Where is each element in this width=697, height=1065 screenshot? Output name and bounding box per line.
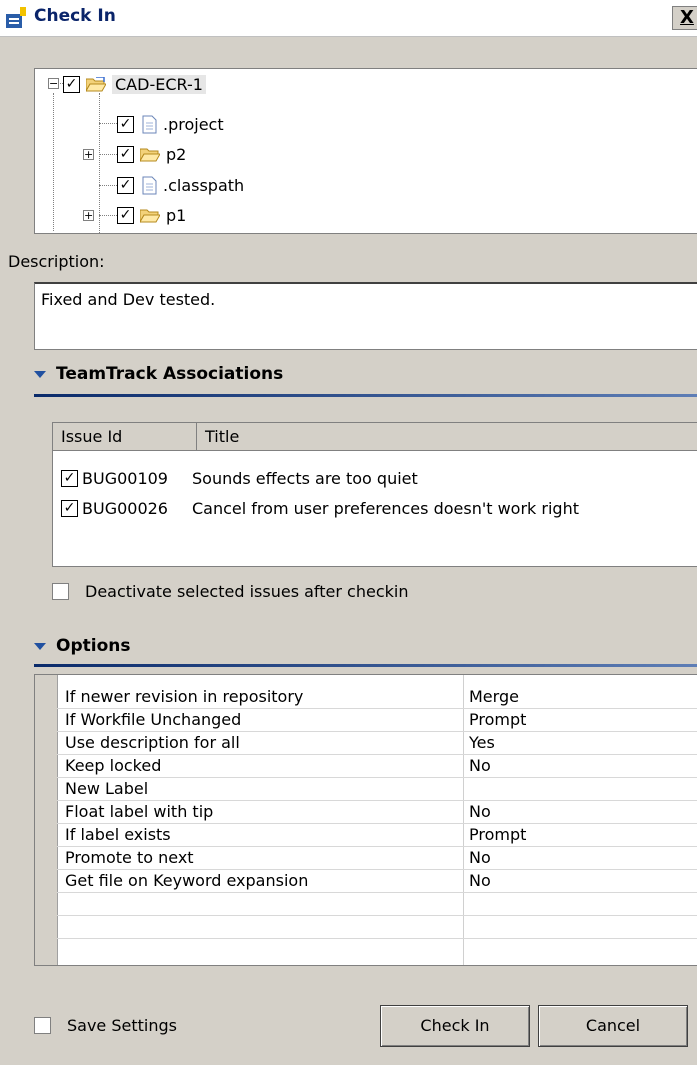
option-key: New Label [65, 779, 149, 798]
expand-toggle[interactable]: + [83, 210, 94, 221]
issue-id: BUG00026 [82, 498, 168, 518]
tree-connector [99, 123, 117, 124]
deactivate-option[interactable]: Deactivate selected issues after checkin [52, 582, 408, 601]
save-settings-option[interactable]: Save Settings [34, 1016, 177, 1035]
tree-item-label: CAD-ECR-1 [112, 74, 206, 94]
app-icon [6, 7, 26, 28]
tree-item-label: p1 [166, 205, 187, 225]
table-row[interactable]: Float label with tip No [57, 800, 697, 824]
tree-connector [99, 185, 117, 186]
close-button[interactable]: X [672, 6, 697, 30]
option-value[interactable]: Yes [469, 733, 495, 752]
description-field[interactable]: Fixed and Dev tested. [34, 282, 697, 350]
option-value[interactable]: No [469, 848, 491, 867]
option-key: Promote to next [65, 848, 194, 867]
file-icon [142, 176, 157, 194]
option-value[interactable]: No [469, 802, 491, 821]
option-key: Use description for all [65, 733, 240, 752]
collapse-triangle-icon [34, 642, 46, 650]
open-folder-icon [86, 76, 106, 92]
cancel-button[interactable]: Cancel [538, 1005, 688, 1047]
tree-item-label: .classpath [163, 175, 245, 195]
option-key: If newer revision in repository [65, 687, 304, 706]
folder-icon [140, 209, 160, 223]
tree-item-label: p2 [166, 144, 187, 164]
file-icon [142, 115, 157, 133]
item-checkbox[interactable]: ✓ [117, 176, 134, 194]
option-key: If Workfile Unchanged [65, 710, 242, 729]
tree-connector [99, 215, 117, 216]
expand-toggle[interactable]: + [83, 149, 94, 160]
issue-title: Cancel from user preferences doesn't wor… [192, 498, 579, 518]
section-divider [34, 394, 697, 397]
resource-tree[interactable]: − ✓ CAD-ECR-1 ✓ .project + ✓ p2 ✓ .class… [34, 68, 697, 234]
tree-connector [99, 154, 117, 155]
option-key: Float label with tip [65, 802, 214, 821]
column-header-issue-id[interactable]: Issue Id [53, 423, 197, 451]
root-checkbox[interactable]: ✓ [63, 75, 80, 93]
collapse-toggle[interactable]: − [48, 78, 59, 89]
tree-item-label: .project [163, 114, 224, 134]
tree-item-classpath[interactable]: ✓ .classpath [117, 172, 244, 198]
teamtrack-section-header[interactable]: TeamTrack Associations [34, 364, 283, 384]
table-row[interactable]: If label exists Prompt [57, 823, 697, 847]
options-section-header[interactable]: Options [34, 636, 130, 656]
option-value[interactable]: No [469, 871, 491, 890]
table-row[interactable]: Promote to next No [57, 846, 697, 870]
table-row[interactable]: ✓ BUG00109 Sounds effects are too quiet [61, 465, 418, 491]
save-settings-label: Save Settings [67, 1016, 177, 1035]
tree-connector [53, 93, 54, 231]
option-value[interactable]: Merge [469, 687, 519, 706]
option-key: Keep locked [65, 756, 162, 775]
table-row[interactable]: ✓ BUG00026 Cancel from user preferences … [61, 495, 579, 521]
deactivate-label: Deactivate selected issues after checkin [85, 582, 409, 601]
options-table[interactable]: If newer revision in repository Merge If… [34, 674, 697, 966]
check-in-button[interactable]: Check In [380, 1005, 530, 1047]
section-title: Options [56, 636, 131, 656]
item-checkbox[interactable]: ✓ [117, 115, 134, 133]
collapse-triangle-icon [34, 370, 46, 378]
description-label: Description: [8, 252, 105, 271]
issue-checkbox[interactable]: ✓ [61, 469, 78, 487]
title-bar: Check In X [0, 0, 697, 37]
option-value[interactable]: Prompt [469, 825, 526, 844]
section-divider [34, 664, 697, 667]
tree-item-p2[interactable]: ✓ p2 [117, 141, 186, 167]
column-header-title[interactable]: Title [197, 423, 697, 451]
table-row[interactable]: If newer revision in repository Merge [57, 685, 697, 709]
option-key: Get file on Keyword expansion [65, 871, 309, 890]
tree-item-project[interactable]: ✓ .project [117, 111, 224, 137]
option-value[interactable]: No [469, 756, 491, 775]
table-row[interactable]: Use description for all Yes [57, 731, 697, 755]
table-row[interactable]: If Workfile Unchanged Prompt [57, 708, 697, 732]
table-row[interactable]: Keep locked No [57, 754, 697, 778]
window-title: Check In [34, 6, 116, 26]
tree-connector [99, 93, 100, 233]
row-gutter [35, 675, 58, 965]
item-checkbox[interactable]: ✓ [117, 206, 134, 224]
folder-icon [140, 148, 160, 162]
tree-item-p1[interactable]: ✓ p1 [117, 202, 186, 228]
option-key: If label exists [65, 825, 171, 844]
option-value[interactable]: Prompt [469, 710, 526, 729]
table-row-empty[interactable] [57, 892, 697, 916]
table-row-empty[interactable] [57, 915, 697, 939]
tree-item-root[interactable]: ✓ CAD-ECR-1 [63, 71, 206, 97]
table-row[interactable]: Get file on Keyword expansion No [57, 869, 697, 893]
save-settings-checkbox[interactable] [34, 1017, 51, 1034]
issue-id: BUG00109 [82, 468, 168, 488]
issue-title: Sounds effects are too quiet [192, 468, 418, 488]
section-title: TeamTrack Associations [56, 364, 284, 384]
item-checkbox[interactable]: ✓ [117, 145, 134, 163]
table-row[interactable]: New Label [57, 777, 697, 801]
issues-table[interactable]: Issue Id Title ✓ BUG00109 Sounds effects… [52, 422, 697, 567]
issue-checkbox[interactable]: ✓ [61, 499, 78, 517]
deactivate-checkbox[interactable] [52, 583, 69, 600]
